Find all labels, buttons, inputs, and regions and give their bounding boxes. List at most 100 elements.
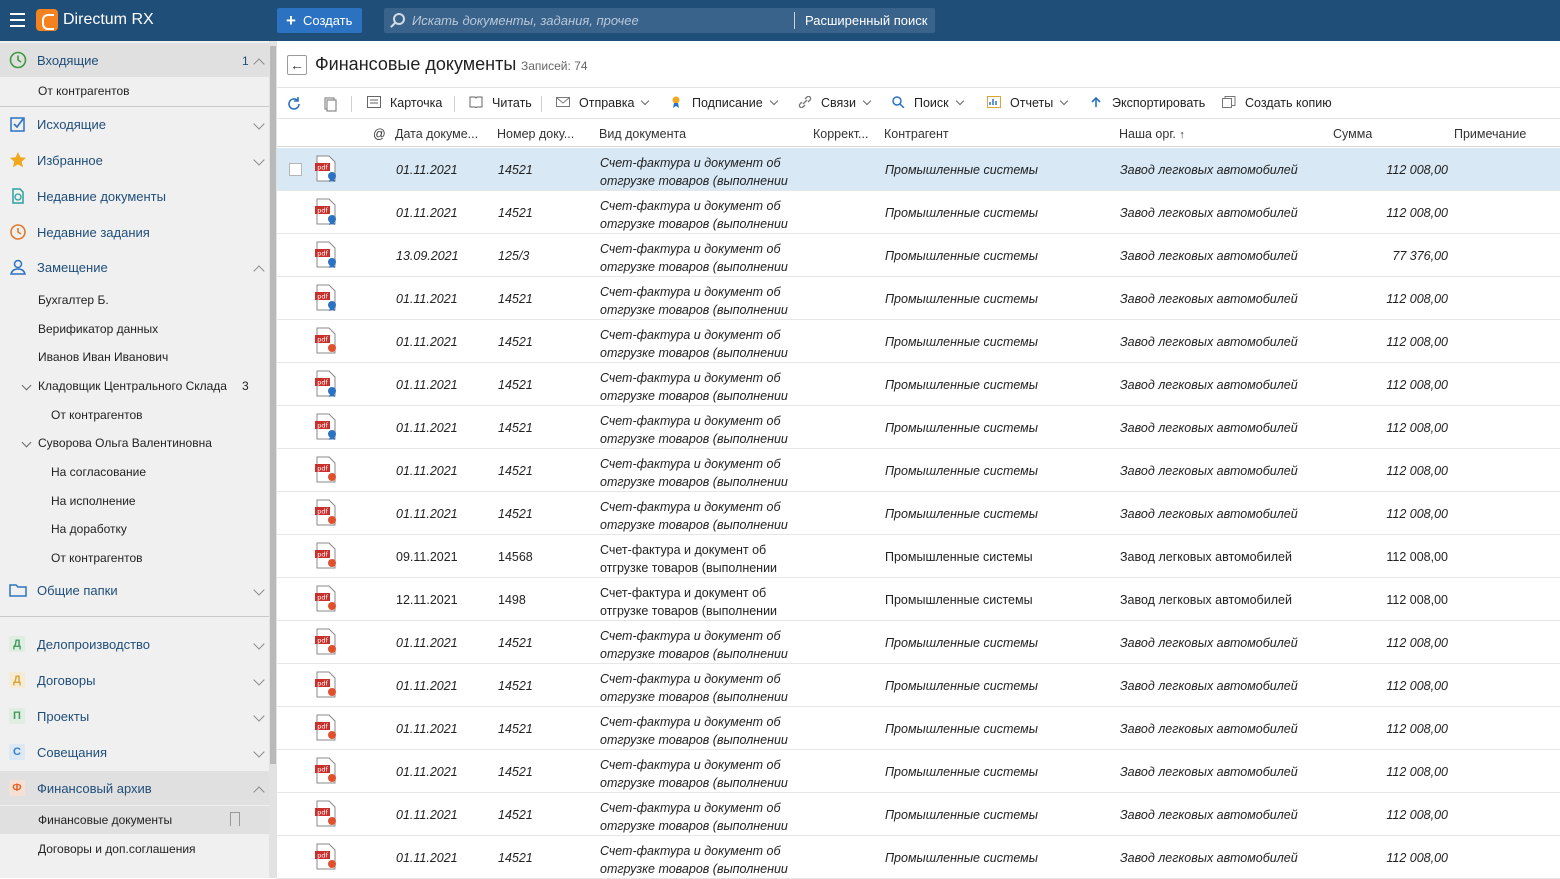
cell-date: 13.09.2021	[396, 249, 459, 263]
column-our-org[interactable]: Наша орг. ↑	[1119, 127, 1185, 141]
table-row[interactable]: pdf 01.11.2021 14521 Счет-фактура и докумен…	[277, 664, 1560, 707]
sidebar-subitem-storekeeper[interactable]: Кладовщик Центрального Склада 3	[0, 372, 269, 400]
table-row[interactable]: pdf 01.11.2021 14521 Счет-фактура и докумен…	[277, 750, 1560, 793]
table-row[interactable]: pdf 01.11.2021 14521 Счет-фактура и докумен…	[277, 836, 1560, 879]
sidebar-subitem-verifier[interactable]: Верификатор данных	[0, 315, 269, 343]
table-row[interactable]: pdf 01.11.2021 14521 Счет-фактура и докумен…	[277, 406, 1560, 449]
sidebar-item-recent-docs[interactable]: Недавние документы	[0, 179, 269, 213]
sidebar-subitem-accountant[interactable]: Бухгалтер Б.	[0, 286, 269, 314]
chevron-up-icon[interactable]	[253, 786, 265, 798]
cell-kind: Счет-фактура и документ об отгрузке товар…	[600, 154, 800, 190]
cell-number: 14521	[498, 464, 533, 478]
table-row[interactable]: pdf 01.11.2021 14521 Счет-фактура и докумен…	[277, 191, 1560, 234]
cell-counterparty: Промышленные системы	[885, 335, 1038, 349]
chevron-down-icon[interactable]	[253, 710, 265, 722]
sidebar-item-records-management[interactable]: Д Делопроизводство	[0, 627, 269, 661]
sidebar-subitem-from-counterparties[interactable]: От контрагентов	[0, 77, 269, 105]
svg-text:pdf: pdf	[317, 336, 328, 344]
refresh-icon[interactable]	[286, 96, 302, 112]
table-row[interactable]: pdf 13.09.2021 125/3 Счет-фактура и докумен…	[277, 234, 1560, 277]
copy-list-icon[interactable]	[322, 96, 338, 112]
sidebar-item-favorites[interactable]: Избранное	[0, 143, 269, 177]
sidebar-item-shared-folders[interactable]: Общие папки	[0, 573, 269, 607]
chevron-down-icon	[955, 96, 964, 106]
search-menu[interactable]: Поиск	[891, 96, 964, 110]
sidebar-subitem-for-approval[interactable]: На согласование	[0, 458, 269, 486]
svg-text:pdf: pdf	[317, 508, 328, 516]
chevron-down-icon[interactable]	[253, 118, 265, 130]
sidebar-item-substitution[interactable]: Замещение	[0, 250, 269, 284]
search-input[interactable]	[412, 11, 792, 30]
read-button[interactable]: Читать	[469, 96, 532, 110]
sidebar-item-contracts[interactable]: Д Договоры	[0, 663, 269, 697]
sidebar-subitem-storekeeper-from-counterparties[interactable]: От контрагентов	[0, 401, 269, 429]
bookmark-icon[interactable]	[230, 812, 240, 826]
sidebar-subitem-contracts-agreements[interactable]: Договоры и доп.соглашения	[0, 835, 269, 863]
sidebar-subitem-suvorova[interactable]: Суворова Ольга Валентиновна	[0, 429, 269, 457]
send-menu[interactable]: Отправка	[556, 96, 650, 110]
chevron-down-icon[interactable]	[253, 746, 265, 758]
sidebar-item-incoming[interactable]: Входящие 1	[0, 43, 269, 77]
column-number[interactable]: Номер доку...	[497, 127, 574, 141]
cell-number: 14521	[498, 722, 533, 736]
chevron-down-icon[interactable]	[253, 674, 265, 686]
reports-menu[interactable]: Отчеты	[987, 96, 1069, 110]
sidebar-subitem-ivanov[interactable]: Иванов Иван Иванович	[0, 343, 269, 371]
column-kind[interactable]: Вид документа	[599, 127, 686, 141]
sidebar-subitem-for-execution[interactable]: На исполнение	[0, 487, 269, 515]
sidebar-item-meetings[interactable]: С Совещания	[0, 735, 269, 769]
column-correction[interactable]: Коррект...	[813, 127, 868, 141]
cell-kind-line: отгрузке товаров (выполнении	[600, 174, 788, 188]
column-sum[interactable]: Сумма	[1333, 127, 1372, 141]
sidebar-item-projects[interactable]: П Проекты	[0, 699, 269, 733]
create-button[interactable]: + Создать	[277, 8, 362, 33]
column-counterparty[interactable]: Контрагент	[884, 127, 949, 141]
table-row[interactable]: pdf 09.11.2021 14568 Счет-фактура и докумен…	[277, 535, 1560, 578]
sidebar-item-outgoing[interactable]: Исходящие	[0, 107, 269, 141]
sidebar-item-recent-tasks[interactable]: Недавние задания	[0, 215, 269, 249]
card-button[interactable]: Карточка	[367, 96, 442, 110]
chevron-down-icon[interactable]	[253, 638, 265, 650]
menu-icon[interactable]	[10, 13, 25, 27]
cell-kind-line: отгрузке товаров (выполнении	[600, 776, 788, 790]
sidebar-item-financial-archive[interactable]: Ф Финансовый архив	[0, 771, 269, 805]
column-note[interactable]: Примечание	[1454, 127, 1526, 141]
plus-icon: +	[286, 11, 296, 30]
column-at[interactable]: @	[373, 127, 386, 141]
table-row[interactable]: pdf 01.11.2021 14521 Счет-фактура и докумен…	[277, 148, 1560, 191]
table-row[interactable]: pdf 01.11.2021 14521 Счет-фактура и докумен…	[277, 621, 1560, 664]
cell-kind: Счет-фактура и документ об отгрузке товар…	[600, 799, 800, 835]
chevron-down-icon	[769, 96, 778, 106]
sidebar-subitem-suvorova-from-counterparties[interactable]: От контрагентов	[0, 544, 269, 572]
back-arrow-icon[interactable]: ←	[287, 55, 307, 75]
sidebar-scrollbar-thumb[interactable]	[270, 46, 276, 764]
chevron-down-icon[interactable]	[253, 584, 265, 596]
chevron-down-icon[interactable]	[253, 154, 265, 166]
chevron-up-icon[interactable]	[253, 58, 265, 70]
table-row[interactable]: pdf 01.11.2021 14521 Счет-фактура и докумен…	[277, 492, 1560, 535]
search-menu-label: Поиск	[914, 96, 949, 110]
advanced-search-link[interactable]: Расширенный поиск	[805, 13, 927, 28]
table-row[interactable]: pdf 01.11.2021 14521 Счет-фактура и докумен…	[277, 449, 1560, 492]
export-button[interactable]: Экспортировать	[1089, 96, 1205, 110]
sidebar-subitem-financial-documents[interactable]: Финансовые документы	[0, 806, 269, 834]
table-row[interactable]: pdf 01.11.2021 14521 Счет-фактура и докумен…	[277, 277, 1560, 320]
row-checkbox[interactable]	[289, 163, 302, 176]
table-row[interactable]: pdf 01.11.2021 14521 Счет-фактура и докумен…	[277, 793, 1560, 836]
cell-kind-line: отгрузке товаров (выполнении	[600, 690, 788, 704]
table-row[interactable]: pdf 01.11.2021 14521 Счет-фактура и докумен…	[277, 707, 1560, 750]
expand-caret-icon[interactable]	[21, 380, 32, 391]
links-menu[interactable]: Связи	[798, 96, 872, 110]
sign-menu[interactable]: Подписание	[669, 96, 778, 110]
cell-kind: Счет-фактура и документ об отгрузке товар…	[600, 713, 800, 749]
expand-caret-icon[interactable]	[21, 437, 32, 448]
column-date[interactable]: Дата докуме...	[395, 127, 478, 141]
chevron-up-icon[interactable]	[253, 265, 265, 277]
table-row[interactable]: pdf 01.11.2021 14521 Счет-фактура и докумен…	[277, 320, 1560, 363]
cell-our-org: Завод легковых автомобилей	[1120, 765, 1298, 779]
create-copy-button[interactable]: Создать копию	[1222, 96, 1332, 110]
table-row[interactable]: pdf 01.11.2021 14521 Счет-фактура и докумен…	[277, 363, 1560, 406]
sidebar-subitem-for-rework[interactable]: На доработку	[0, 515, 269, 543]
table-row[interactable]: pdf 12.11.2021 1498 Счет-фактура и документ…	[277, 578, 1560, 621]
sidebar-item-label: Входящие	[37, 53, 99, 68]
